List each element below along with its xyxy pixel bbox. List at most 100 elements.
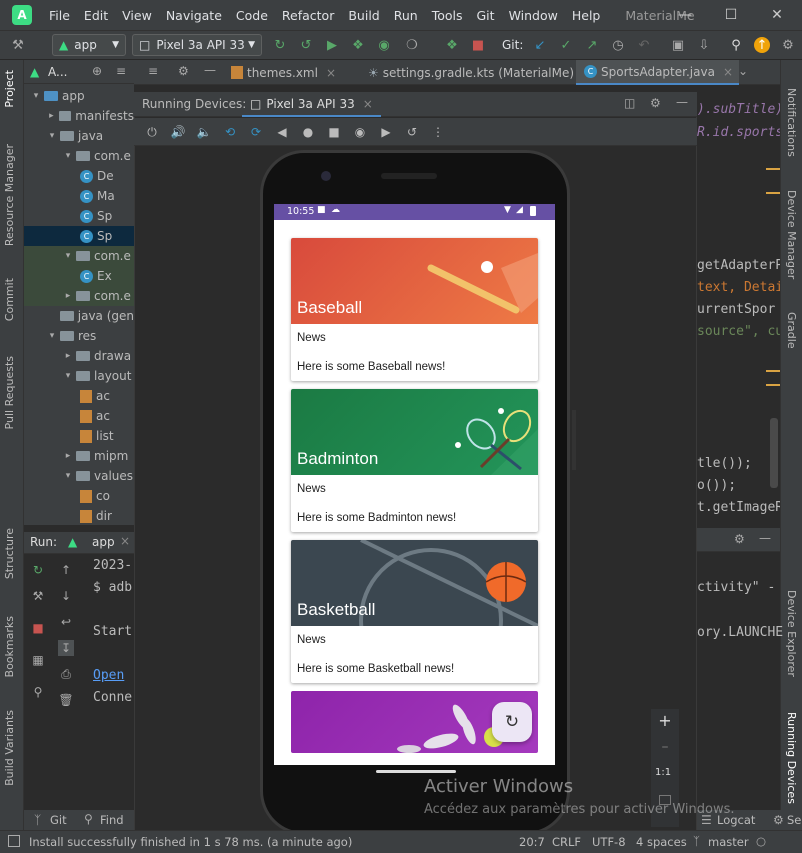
commit-tool-tab[interactable]: Commit — [3, 278, 16, 321]
power-icon[interactable]: ⏻ — [144, 124, 160, 140]
search-icon[interactable]: ⚲ — [728, 37, 744, 53]
tree-item[interactable]: ▾ com.e — [24, 246, 134, 266]
tree-item[interactable]: co — [24, 486, 134, 506]
chevron-down-icon[interactable]: ▾ — [62, 251, 74, 261]
settings-gear-icon[interactable]: ⚙ — [734, 532, 745, 546]
menu-item-refactor[interactable]: Refactor — [275, 8, 341, 23]
pin-icon[interactable]: ⚲ — [30, 684, 46, 700]
chevron-down-icon[interactable]: ▾ — [46, 331, 58, 341]
project-view-label[interactable]: A... — [48, 65, 67, 79]
menu-item-help[interactable]: Help — [565, 8, 608, 23]
zoom-ratio[interactable]: 1:1 — [655, 767, 671, 778]
device-combo[interactable]: □ Pixel 3a API 33 ▼ — [132, 34, 262, 56]
device-explorer-tool-tab[interactable]: Device Explorer — [785, 590, 798, 677]
coverage-icon[interactable]: ❍ — [404, 37, 420, 53]
tab-themes-xml[interactable]: themes.xml × — [229, 60, 336, 85]
refresh-fab[interactable]: ↻ — [492, 702, 532, 742]
resource-manager-tool-tab[interactable]: Resource Manager — [3, 144, 16, 246]
running-devices-tool-tab[interactable]: Running Devices — [785, 712, 798, 804]
chevron-down-icon[interactable]: ▾ — [46, 131, 58, 141]
open-link[interactable]: Open — [93, 668, 124, 683]
device-manager-tool-tab[interactable]: Device Manager — [785, 190, 798, 279]
hide-panel-icon[interactable]: — — [759, 531, 771, 545]
attach-debugger-icon[interactable]: ❖ — [444, 37, 460, 53]
tree-item[interactable]: C Ma — [24, 186, 134, 206]
tree-item[interactable]: ▸ manifests — [24, 106, 134, 126]
stop-icon[interactable]: ■ — [470, 37, 486, 53]
run-config-tab[interactable]: app — [92, 535, 115, 549]
chevron-down-icon[interactable]: ▾ — [62, 151, 74, 161]
update-icon[interactable]: ↑ — [754, 37, 770, 53]
gradle-tool-tab[interactable]: Gradle — [785, 312, 798, 349]
back-icon[interactable]: ◀ — [274, 124, 290, 140]
tree-item[interactable]: list — [24, 426, 134, 446]
rotate-right-icon[interactable]: ⟳ — [248, 124, 264, 140]
run-icon[interactable]: ▶ — [324, 37, 340, 53]
caret-position[interactable]: 20:7 — [519, 835, 545, 849]
menu-item-git[interactable]: Git — [470, 8, 502, 23]
zoom-out-icon[interactable]: – — [657, 739, 673, 755]
file-encoding[interactable]: UTF-8 — [592, 835, 626, 849]
soft-wrap-icon[interactable]: ↩ — [58, 614, 74, 630]
find-tool-tab[interactable]: Find — [100, 813, 124, 827]
tree-item[interactable]: C De — [24, 166, 134, 186]
apply-changes-icon[interactable]: ↻ — [272, 37, 288, 53]
tab-sports-adapter[interactable]: C SportsAdapter.java × — [576, 60, 739, 85]
trash-icon[interactable]: 🗑 — [58, 692, 74, 708]
chevron-down-icon[interactable]: ▾ — [30, 91, 42, 101]
zoom-in-icon[interactable]: + — [657, 713, 673, 729]
scroll-down-icon[interactable]: ↓ — [58, 588, 74, 604]
chevron-down-icon[interactable]: ▾ — [62, 471, 74, 481]
chevron-down-icon[interactable]: ⌄ — [738, 64, 748, 78]
hammer-icon[interactable]: ⚒ — [10, 37, 26, 53]
profile-icon[interactable]: ◉ — [376, 37, 392, 53]
snapshot-icon[interactable]: ↺ — [404, 124, 420, 140]
git-branch[interactable]: master — [708, 835, 749, 849]
tree-item[interactable]: ▾ layout — [24, 366, 134, 386]
tree-item[interactable]: ▾ res — [24, 326, 134, 346]
tree-item[interactable]: ▸ com.e — [24, 286, 134, 306]
rerun-icon[interactable]: ↻ — [30, 562, 46, 578]
hide-panel-icon[interactable]: — — [676, 95, 688, 109]
card-baseball[interactable]: Baseball News Here is some Baseball news… — [291, 238, 538, 381]
volume-down-icon[interactable]: 🔈 — [196, 124, 212, 140]
tree-item[interactable]: C Ex — [24, 266, 134, 286]
scroll-to-end-icon[interactable]: ↧ — [58, 640, 74, 656]
build-variants-tool-tab[interactable]: Build Variants — [3, 710, 16, 786]
close-window-button[interactable]: ✕ — [754, 0, 800, 30]
tree-item[interactable]: ac — [24, 386, 134, 406]
chevron-right-icon[interactable]: ▸ — [62, 291, 74, 301]
stop-icon[interactable]: ■ — [30, 620, 46, 636]
line-separator[interactable]: CRLF — [552, 835, 581, 849]
close-tab-icon[interactable]: × — [723, 65, 733, 79]
scroll-up-icon[interactable]: ↑ — [58, 562, 74, 578]
overview-icon[interactable]: ■ — [326, 124, 342, 140]
device-manager-icon[interactable]: ▣ — [670, 37, 686, 53]
chevron-down-icon[interactable]: ▾ — [62, 371, 74, 381]
bookmarks-tool-tab[interactable]: Bookmarks — [3, 616, 16, 677]
menu-item-tools[interactable]: Tools — [425, 8, 470, 23]
maximize-button[interactable]: ☐ — [708, 0, 754, 30]
tree-item[interactable]: ▸ mipm — [24, 446, 134, 466]
tab-settings-gradle[interactable]: ☀ settings.gradle.kts (MaterialMe) × — [368, 60, 592, 85]
git-tool-tab[interactable]: Git — [50, 813, 67, 827]
apply-code-changes-icon[interactable]: ↺ — [298, 37, 314, 53]
volume-up-icon[interactable]: 🔊 — [170, 124, 186, 140]
more-options-icon[interactable]: ⋮ — [430, 124, 446, 140]
tree-item[interactable]: C Sp — [24, 206, 134, 226]
services-tool-tab[interactable]: Se — [787, 813, 801, 827]
menu-item-edit[interactable]: Edit — [77, 8, 115, 23]
tree-item[interactable]: C Sp — [24, 226, 134, 246]
menu-item-code[interactable]: Code — [229, 8, 275, 23]
tree-item[interactable]: ▾ values — [24, 466, 134, 486]
git-commit-icon[interactable]: ✓ — [558, 37, 574, 53]
chevron-right-icon[interactable]: ▸ — [62, 351, 74, 361]
menu-item-window[interactable]: Window — [502, 8, 565, 23]
chevron-right-icon[interactable]: ▸ — [62, 451, 74, 461]
git-push-icon[interactable]: ↗ — [584, 37, 600, 53]
tree-item[interactable]: dir — [24, 506, 134, 526]
panel-toggle-icon[interactable] — [8, 835, 20, 847]
close-tab-icon[interactable]: × — [363, 97, 373, 111]
card-badminton[interactable]: Badminton News Here is some Badminton ne… — [291, 389, 538, 532]
gesture-bar[interactable] — [376, 770, 456, 773]
